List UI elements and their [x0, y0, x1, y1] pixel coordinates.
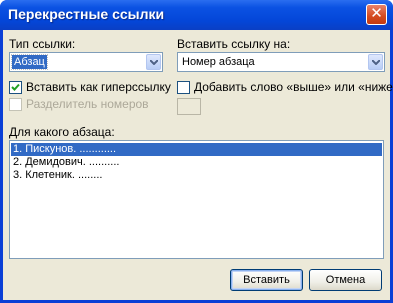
insert-button[interactable]: Вставить [230, 269, 303, 291]
reference-type-label: Тип ссылки: [9, 37, 76, 51]
separator-field [177, 98, 201, 115]
cancel-button-label: Отмена [325, 274, 366, 286]
list-item[interactable]: 3. Клетеник. ........ [11, 169, 382, 182]
dialog-title: Перекрестные ссылки [8, 6, 165, 22]
cross-reference-dialog: Перекрестные ссылки ✕ Тип ссылки: Абзац … [0, 0, 393, 303]
insert-reference-to-value: Номер абзаца [182, 56, 255, 68]
insert-button-label: Вставить [243, 274, 290, 286]
title-bar[interactable]: Перекрестные ссылки ✕ [0, 0, 393, 30]
list-item[interactable]: 2. Демидович. .......... [11, 156, 382, 169]
include-above-below-checkbox[interactable] [177, 81, 190, 94]
include-above-below-label[interactable]: Добавить слово «выше» или «ниже» [194, 80, 393, 94]
separate-numbers-checkbox [9, 98, 22, 111]
paragraph-listbox[interactable]: 1. Пискунов. ............ 2. Демидович. … [9, 140, 384, 259]
insert-as-hyperlink-label[interactable]: Вставить как гиперссылку [26, 80, 171, 94]
dialog-body: Тип ссылки: Абзац Вставить ссылку на: Но… [3, 30, 393, 300]
separate-numbers-label: Разделитель номеров [26, 97, 149, 111]
cancel-button[interactable]: Отмена [309, 269, 382, 291]
insert-reference-to-select[interactable]: Номер абзаца [177, 52, 385, 72]
close-button[interactable]: ✕ [366, 4, 387, 25]
list-item[interactable]: 1. Пискунов. ............ [11, 143, 382, 156]
insert-as-hyperlink-checkbox[interactable] [9, 81, 22, 94]
insert-reference-to-label: Вставить ссылку на: [177, 37, 291, 51]
reference-type-value: Абзац [11, 54, 48, 70]
for-which-paragraph-label: Для какого абзаца: [9, 125, 115, 139]
reference-type-dropdown-button[interactable] [146, 54, 161, 70]
close-icon: ✕ [370, 5, 383, 22]
checkmark-icon [11, 83, 20, 91]
insert-reference-to-dropdown-button[interactable] [368, 54, 383, 70]
reference-type-select[interactable]: Абзац [9, 52, 163, 72]
chevron-down-icon [372, 60, 380, 65]
chevron-down-icon [150, 60, 158, 65]
